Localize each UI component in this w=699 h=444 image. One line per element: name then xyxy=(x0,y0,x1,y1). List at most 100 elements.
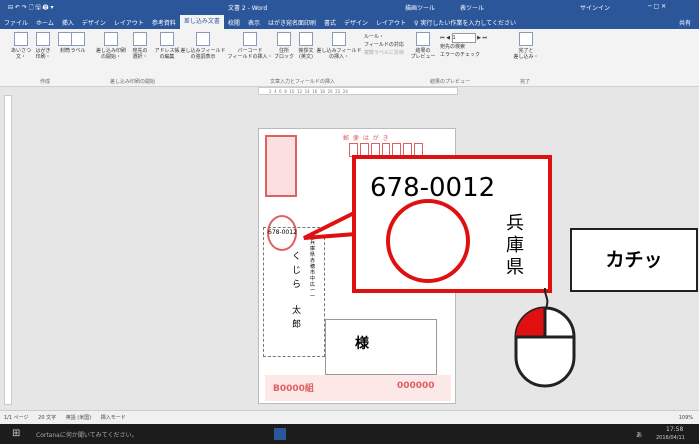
barcode-button[interactable]: バーコード フィールドの挿入・ xyxy=(226,32,274,60)
group-write-insert: 文章入力とフィールドの挿入 xyxy=(270,79,335,85)
name-char: 郎 xyxy=(292,320,302,330)
preview-results-button[interactable]: 結果の プレビュー xyxy=(410,32,436,60)
tab-references[interactable]: 参考資料 xyxy=(148,18,180,27)
zoom-level[interactable]: 109% xyxy=(679,411,693,425)
recipients-icon xyxy=(133,32,147,46)
callout-pointer xyxy=(303,208,358,240)
mouse-icon xyxy=(514,288,576,388)
insert-merge-field-button[interactable]: 差し込みフィールド の挿入・ xyxy=(316,32,362,60)
select-recipients-button[interactable]: 宛先の 選択・ xyxy=(126,32,154,60)
start-button[interactable]: ⊞ xyxy=(12,428,20,439)
word-count[interactable]: 20 文字 xyxy=(38,415,56,421)
tab-mailings[interactable]: 差し込み文書 xyxy=(179,15,224,29)
lottery-group: B0000組 xyxy=(273,384,314,394)
taskbar: ⊞ Cortanaに何か聞いてみてください。 あ 17:58 2016/04/1… xyxy=(0,424,699,444)
vertical-ruler xyxy=(4,95,12,405)
btn-label2: 印刷・ xyxy=(35,54,51,60)
merge-icon xyxy=(104,32,118,46)
tab-table-layout[interactable]: レイアウト xyxy=(372,18,410,27)
clock-time[interactable]: 17:58 xyxy=(666,426,683,433)
zoom-callout: 678-0012 兵 庫 県 xyxy=(352,155,552,293)
tab-insert[interactable]: 挿入 xyxy=(58,18,78,27)
clock-date[interactable]: 2016/04/11 xyxy=(656,435,685,441)
tell-me-input[interactable]: ♀ 実行したい作業を入力してください xyxy=(410,18,520,27)
rules-button[interactable]: ルール・ xyxy=(364,33,404,41)
greeting-line-icon xyxy=(299,32,313,46)
tab-table-design[interactable]: デザイン xyxy=(340,18,372,27)
ken-char: 県 xyxy=(506,257,524,278)
zoom-ken: 兵 庫 県 xyxy=(506,213,524,279)
tab-view[interactable]: 表示 xyxy=(244,18,264,27)
status-bar: 1/1 ページ 20 文字 英語 (米国) 挿入モード 109% xyxy=(0,410,699,424)
preview-icon xyxy=(416,32,430,46)
start-merge-button[interactable]: 差し込み印刷 の開始・ xyxy=(92,32,130,60)
cortana-search[interactable]: Cortanaに何か聞いてみてください。 xyxy=(36,430,184,439)
highlight-icon xyxy=(196,32,210,46)
name-char: 太 xyxy=(292,306,302,316)
btn-label2: 差し込み・ xyxy=(513,54,539,60)
btn-label2: フィールドの挿入・ xyxy=(227,54,273,60)
btn-label2: の強調表示 xyxy=(190,54,216,60)
speech-bubble: カチッ xyxy=(570,228,698,292)
edit-address-book-button[interactable]: アドレス帳 の編集 xyxy=(152,32,182,60)
name-char: じ xyxy=(292,266,302,276)
insert-mode[interactable]: 挿入モード xyxy=(101,415,126,421)
title-bar: ⊟ ↶ ↷ 🗋 🖫 🖨 ▾ 文書 2 - Word 描画ツール 表ツール サイン… xyxy=(0,0,699,15)
share-button[interactable]: 共有 xyxy=(675,18,699,27)
finish-merge-button[interactable]: 完了と 差し込み・ xyxy=(512,32,540,60)
group-start-merge: 差し込み印刷の開始 xyxy=(110,79,156,85)
sender-name: く じ ら 太 郎 xyxy=(292,250,302,332)
tab-design[interactable]: デザイン xyxy=(78,18,110,27)
highlight-fields-button[interactable]: 差し込みフィールド の強調表示 xyxy=(180,32,226,60)
ken-char: 庫 xyxy=(506,235,524,256)
btn-label2: ブロック xyxy=(273,54,294,60)
ruler-numbers: 2 4 6 8 10 12 14 16 18 20 22 24 xyxy=(269,89,348,94)
find-recipient-button[interactable]: 宛先の検索 xyxy=(440,43,487,51)
language-indicator[interactable]: 英語 (米国) xyxy=(66,415,92,421)
context-table-tools: 表ツール xyxy=(460,5,485,12)
btn-label2: の編集 xyxy=(159,54,175,60)
tab-review[interactable]: 校閲 xyxy=(224,18,244,27)
label-icon xyxy=(71,32,85,46)
record-number[interactable]: 1 xyxy=(451,33,476,43)
recipient-frame[interactable] xyxy=(325,319,437,375)
btn-label: ラベル xyxy=(70,48,86,54)
zoom-circle xyxy=(386,199,470,283)
ribbon-tabs: ファイル ホーム 挿入 デザイン レイアウト 参考資料 差し込み文書 校閲 表示… xyxy=(0,15,699,29)
stamp-illustration xyxy=(265,135,297,197)
tab-home[interactable]: ホーム xyxy=(32,18,58,27)
lottery-number: 000000 xyxy=(397,381,435,391)
tab-format[interactable]: 書式 xyxy=(320,18,340,27)
group-preview: 結果のプレビュー xyxy=(430,79,471,85)
name-char: く xyxy=(292,252,302,262)
address-block-icon xyxy=(277,32,291,46)
match-fields-button[interactable]: フィールドの対応 xyxy=(364,41,404,49)
quick-access-toolbar[interactable]: ⊟ ↶ ↷ 🗋 🖫 🖨 ▾ xyxy=(8,3,53,13)
ken-char: 兵 xyxy=(506,213,524,234)
name-char: ら xyxy=(292,280,302,290)
btn-label2: (英文) xyxy=(299,54,313,60)
context-drawing-tools: 描画ツール xyxy=(405,5,436,12)
ime-indicator[interactable]: あ xyxy=(636,430,642,439)
greeting-line-button[interactable]: 挨拶文 (英文) xyxy=(294,32,318,60)
address-book-icon xyxy=(160,32,174,46)
speech-text: カチッ xyxy=(605,249,663,271)
tab-postcard[interactable]: はがき宛名面印刷 xyxy=(264,18,320,27)
label-button[interactable]: ラベル xyxy=(66,32,90,54)
tab-file[interactable]: ファイル xyxy=(0,18,32,27)
ribbon: あいさつ 文・ はがき 印刷・ 封筒 ラベル 差し込み印刷 の開始・ 宛先の 選択・ ア… xyxy=(0,29,699,87)
finish-icon xyxy=(519,32,533,46)
page-count[interactable]: 1/1 ページ xyxy=(4,415,29,421)
barcode-icon xyxy=(243,32,257,46)
address-block-button[interactable]: 住所 ブロック xyxy=(272,32,296,60)
group-create: 作成 xyxy=(40,79,51,85)
word-taskbar-icon[interactable] xyxy=(274,428,286,440)
tab-layout[interactable]: レイアウト xyxy=(110,18,148,27)
check-errors-button[interactable]: エラーのチェック xyxy=(440,51,487,59)
btn-label2: の開始・ xyxy=(100,54,121,60)
window-controls[interactable]: ─ □ ✕ xyxy=(648,3,666,10)
signin-link[interactable]: サインイン xyxy=(580,3,610,12)
record-navigator[interactable]: ⏮ ◀ 1 ▶ ⏭ xyxy=(440,33,487,43)
update-labels-button[interactable]: 複数ラベルに反映 xyxy=(364,49,404,57)
card-header: 郵 便 は が き xyxy=(343,135,390,142)
